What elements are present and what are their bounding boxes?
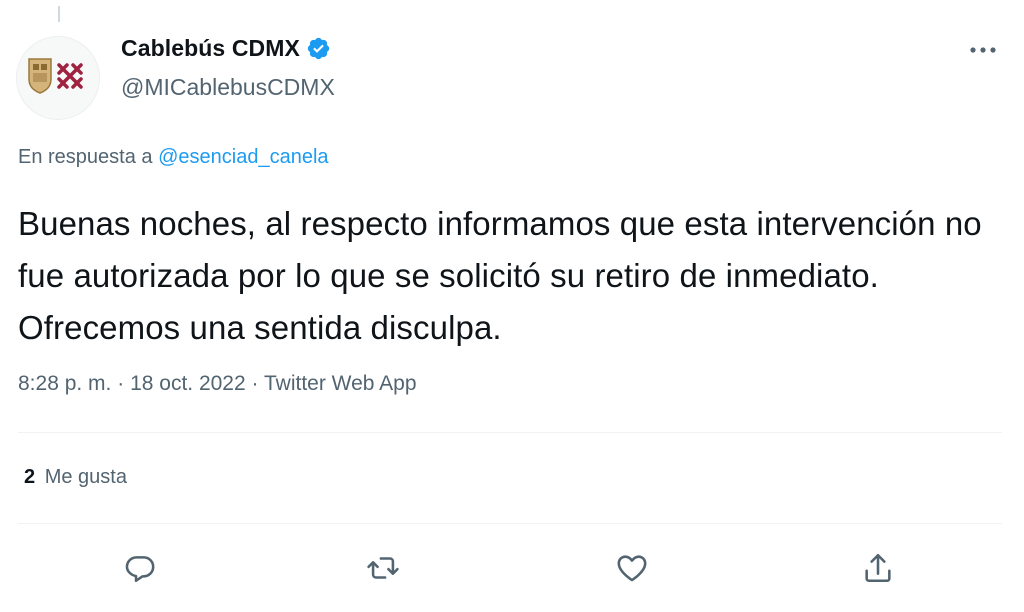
more-icon[interactable]	[966, 40, 1000, 60]
author-name-row[interactable]: Cablebús CDMX	[121, 35, 331, 62]
retweet-icon[interactable]	[363, 548, 403, 588]
author-display-name[interactable]: Cablebús CDMX	[121, 35, 300, 62]
likes-count: 2	[24, 466, 36, 488]
tweet-actions	[18, 538, 1002, 594]
tweet-meta: 8:28 p. m. · 18 oct. 2022 · Twitter Web …	[18, 372, 417, 396]
share-icon[interactable]	[858, 548, 898, 588]
divider	[18, 523, 1002, 524]
reply-context: En respuesta a @esenciad_canela	[18, 146, 329, 169]
meta-separator: ·	[251, 372, 259, 395]
thread-connector-line	[58, 6, 60, 22]
likes-stat[interactable]: 2 Me gusta	[24, 466, 127, 489]
cdmx-logo-icon	[28, 58, 83, 94]
heart-icon[interactable]	[612, 548, 652, 588]
tweet-time-link[interactable]: 8:28 p. m. · 18 oct. 2022	[18, 372, 246, 395]
reply-mention-link[interactable]: @esenciad_canela	[158, 146, 328, 168]
verified-badge-icon	[307, 37, 330, 60]
divider	[18, 432, 1002, 433]
likes-label: Me gusta	[44, 466, 127, 488]
tweet-date: 18 oct. 2022	[130, 372, 246, 395]
tweet-text: Buenas noches, al respecto informamos qu…	[18, 205, 982, 346]
reply-prefix: En respuesta a	[18, 146, 153, 168]
tweet-source: Twitter Web App	[263, 372, 417, 395]
avatar[interactable]	[16, 36, 100, 120]
meta-separator: ·	[117, 372, 125, 395]
reply-icon[interactable]	[120, 548, 160, 588]
tweet-header: Cablebús CDMX @MICablebusCDMX	[16, 30, 1008, 120]
tweet-time: 8:28 p. m.	[18, 372, 112, 395]
author-handle[interactable]: @MICablebusCDMX	[121, 74, 335, 101]
